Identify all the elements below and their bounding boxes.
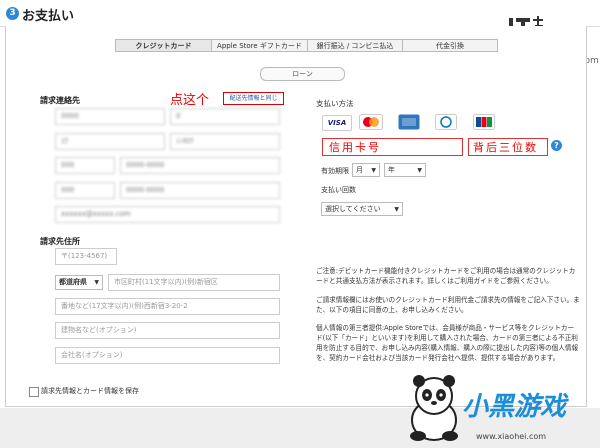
prefecture-select[interactable]: 都道府県 ▼ [55, 275, 103, 290]
expiry-month-value: 月 [356, 166, 363, 174]
billing-address-label: 請求先住所 [40, 237, 80, 246]
mastercard-logo[interactable] [359, 114, 383, 130]
expiry-month-select[interactable]: 月 ▼ [352, 163, 380, 177]
jcb-logo[interactable] [473, 114, 495, 130]
last-name-kana-field[interactable]: ﾕｳ [55, 133, 165, 150]
loan-button[interactable]: ローン [260, 67, 345, 81]
company-field[interactable]: 会社名(オプション) [55, 347, 280, 364]
installments-select[interactable]: 選択してください ▼ [321, 202, 403, 216]
visa-logo[interactable]: VISA [322, 115, 352, 131]
tab-gift-card[interactable]: Apple Store ギフトカード [211, 39, 308, 52]
installments-label: 支払い回数 [321, 186, 356, 194]
diners-club-logo[interactable] [435, 114, 457, 130]
street-field[interactable]: 番地など(17文字以内)(例)西新宿3-20-2 [55, 298, 280, 315]
notice-paragraph-3: 個人情報の第三者提供:Apple Storeでは、会員様が商品・サービス等をクレ… [316, 324, 579, 362]
chevron-down-icon: ▼ [94, 279, 99, 286]
help-icon[interactable]: ? [551, 140, 562, 151]
building-field[interactable]: 建物名など(オプション) [55, 322, 280, 339]
email-field[interactable]: xxxxxx@xxxxx.com [55, 206, 280, 223]
expiry-year-value: 年 [388, 166, 395, 174]
chevron-down-icon: ▼ [417, 167, 422, 174]
notice-paragraph-2: ご請求情報欄にはお使いのクレジットカード利用代金ご請求先の情報をご記入下さい。ま… [316, 296, 580, 314]
xiaohei-brand-logo: 小黑游戏 [462, 392, 567, 422]
tab-credit-card[interactable]: クレジットカード [115, 39, 212, 52]
chevron-down-icon: ▼ [371, 167, 376, 174]
security-code-field[interactable]: 背后三位数 [468, 138, 548, 156]
page-title: お支払い [22, 9, 75, 24]
chevron-down-icon: ▼ [394, 206, 399, 213]
notice-paragraph-1: ご注意:デビットカード機能付きクレジットカードをご利用の場合は通常のクレジットカ… [316, 267, 576, 285]
prefecture-value: 都道府県 [59, 278, 87, 286]
phone-area-field[interactable]: 000 [55, 157, 115, 174]
zip-code-field[interactable]: 〒(123-4567) [55, 248, 117, 265]
copy-shipping-link[interactable]: 配送先情報と同じ [223, 92, 284, 105]
installments-value: 選択してください [325, 205, 381, 213]
card-number-field[interactable]: 信用卡号 [322, 138, 463, 156]
payment-method-label: 支払い方法 [316, 99, 354, 108]
last-name-field[interactable]: 0000 [55, 108, 165, 125]
save-info-checkbox[interactable] [29, 387, 39, 397]
xiaohei-url: www.xiaohei.com [476, 432, 547, 441]
amex-logo[interactable] [398, 114, 420, 130]
first-name-kana-field[interactable]: ｼﾝﾀﾛｳ [170, 133, 280, 150]
payment-tabs: クレジットカード Apple Store ギフトカード 銀行振込 / コンビニ払… [115, 39, 498, 52]
step-number-badge: 3 [6, 7, 19, 20]
save-info-label: 請求先情報とカード情報を保存 [41, 387, 139, 395]
first-name-field[interactable]: 0 [170, 108, 280, 125]
expiry-label: 有効期限 [321, 167, 349, 175]
phone-number-field[interactable]: 0000-0000 [120, 157, 280, 174]
mobile-number-field[interactable]: 0000-0000 [120, 182, 280, 199]
annotation-click-here: 点这个 [170, 93, 210, 108]
tab-cod[interactable]: 代金引換 [402, 39, 498, 52]
billing-contact-label: 請求連絡先 [40, 96, 80, 105]
city-field[interactable]: 市区町村(11文字以内)(例)新宿区 [108, 274, 280, 291]
tab-bank-transfer[interactable]: 銀行振込 / コンビニ払込 [307, 39, 403, 52]
mobile-area-field[interactable]: 000 [55, 182, 115, 199]
expiry-year-select[interactable]: 年 ▼ [384, 163, 426, 177]
panda-mascot-logo [410, 375, 458, 441]
